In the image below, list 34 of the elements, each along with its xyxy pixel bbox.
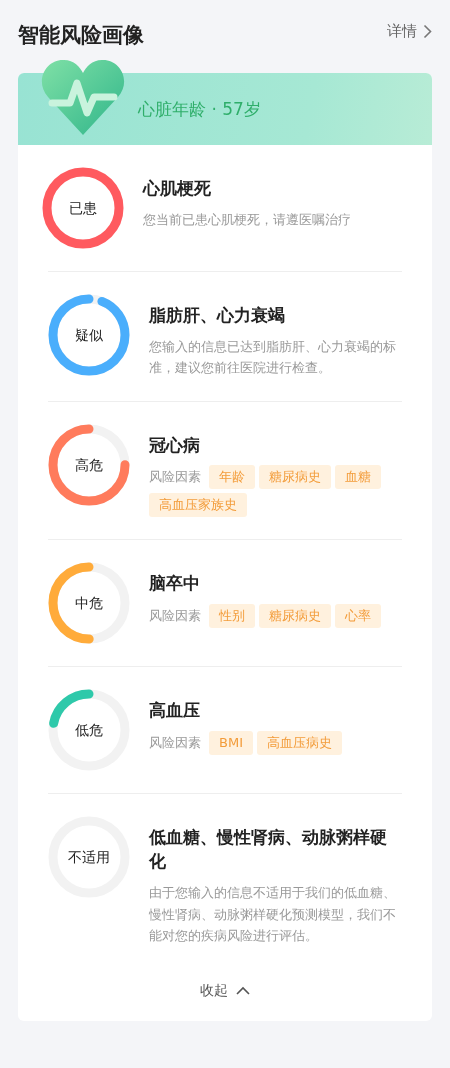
risk-factor-tag: 糖尿病史 xyxy=(259,604,331,629)
risk-factor-tag: 性别 xyxy=(209,604,255,629)
risk-factor-tag: 年龄 xyxy=(209,465,255,490)
disease-title: 心肌梗死 xyxy=(143,177,212,200)
risk-factors-label: 风险因素 xyxy=(149,607,201,626)
risk-level-label: 高危 xyxy=(75,455,103,475)
chevron-up-icon xyxy=(236,986,250,996)
disease-description: 您当前已患心肌梗死，请遵医嘱治疗 xyxy=(143,210,352,229)
details-link[interactable]: 详情 xyxy=(387,20,432,43)
chevron-right-icon xyxy=(423,23,432,39)
heart-age-text: 心脏年龄 · 57岁 xyxy=(138,98,261,121)
risk-level-label: 疑似 xyxy=(75,325,103,345)
risk-factors-label: 风险因素 xyxy=(149,468,201,487)
risk-level-label: 已患 xyxy=(69,198,97,218)
disease-title: 低血糖、慢性肾病、动脉粥样硬化 xyxy=(149,826,388,874)
heart-icon xyxy=(40,57,126,137)
disease-title: 高血压 xyxy=(149,699,201,723)
disease-title: 脂肪肝、心力衰竭 xyxy=(149,304,286,327)
risk-level-label: 低危 xyxy=(75,720,103,740)
collapse-button[interactable]: 收起 xyxy=(192,976,258,1006)
risk-factor-tag: 血糖 xyxy=(335,465,381,490)
risk-level-label: 不适用 xyxy=(68,847,110,867)
risk-level-label: 中危 xyxy=(75,593,103,613)
risk-factor-tag: 心率 xyxy=(335,604,381,629)
risk-factors-label: 风险因素 xyxy=(149,734,201,753)
risk-factor-tag: 高血压家族史 xyxy=(149,493,247,518)
disease-title: 脑卒中 xyxy=(149,572,201,596)
risk-factor-tag: BMI xyxy=(209,731,253,756)
page-title: 智能风险画像 xyxy=(18,22,144,49)
risk-factor-tag: 糖尿病史 xyxy=(259,465,331,490)
risk-factor-tag: 高血压病史 xyxy=(256,731,342,756)
disease-description: 您输入的信息已达到脂肪肝、心力衰竭的标准，建议您前往医院进行检查。 xyxy=(149,337,397,378)
disease-title: 冠心病 xyxy=(149,433,201,457)
disease-description: 由于您输入的信息不适用于我们的低血糖、慢性肾病、动脉粥样硬化预测模型，我们不能对您的疾病风险进行评估。 xyxy=(149,884,397,945)
